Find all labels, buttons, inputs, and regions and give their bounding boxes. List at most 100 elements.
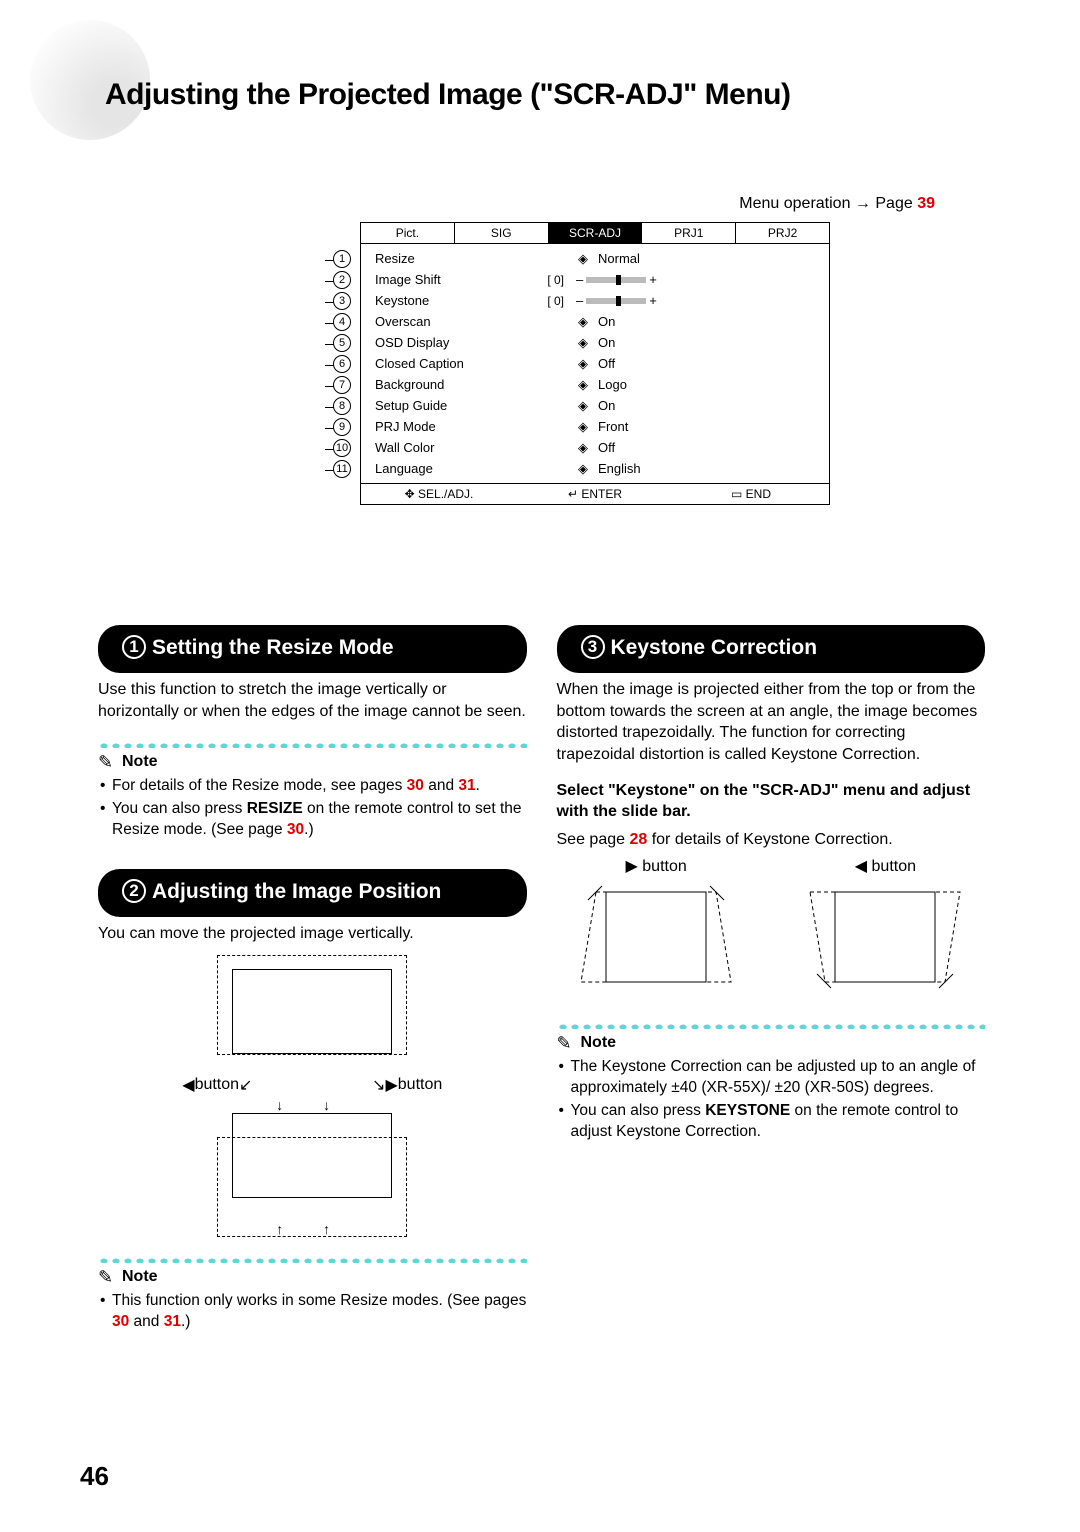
list-item: This function only works in some Resize … — [100, 1291, 527, 1333]
section3-header: 3 Keystone Correction — [557, 625, 986, 673]
menu-op-page-prefix: Page — [875, 195, 912, 212]
section2-number: 2 — [122, 879, 146, 903]
osd-row-name: Wall Color — [367, 440, 482, 455]
note-label: Note — [122, 753, 158, 771]
right-triangle-icon: ▶ — [626, 858, 638, 875]
osd-tab: PRJ2 — [736, 223, 829, 243]
section1-note: ✎ Note For details of the Resize mode, s… — [98, 742, 527, 841]
diamond-arrow-icon: ◈ — [572, 314, 594, 330]
osd-row-name: Image Shift — [367, 272, 482, 287]
section1-number: 1 — [122, 635, 146, 659]
osd-row-number: 10 — [333, 439, 351, 457]
section2-note: ✎ Note This function only works in some … — [98, 1257, 527, 1333]
note-label: Note — [122, 1268, 158, 1286]
note-icon: ✎ — [98, 752, 118, 772]
osd-row-number: 7 — [333, 376, 351, 394]
trapezoid-icon — [805, 882, 965, 992]
osd-row-number: 9 — [333, 418, 351, 436]
menu-op-label: Menu operation — [739, 195, 850, 212]
section1-note-list: For details of the Resize mode, see page… — [98, 772, 527, 841]
osd-row-number: 8 — [333, 397, 351, 415]
section3-number: 3 — [581, 635, 605, 659]
section2-title: Adjusting the Image Position — [152, 880, 441, 903]
osd-row-name: Language — [367, 461, 482, 476]
osd-row-name: Setup Guide — [367, 398, 482, 413]
osd-row-value: On — [594, 398, 823, 413]
section3-note: ✎ Note The Keystone Correction can be ad… — [557, 1023, 986, 1143]
osd-row: Image Shift[ 0]–+ — [367, 269, 823, 290]
diamond-arrow-icon: ◈ — [572, 335, 594, 351]
osd-row-name: PRJ Mode — [367, 419, 482, 434]
section1-header: 1 Setting the Resize Mode — [98, 625, 527, 673]
osd-footer: ✥ SEL./ADJ. ↵ ENTER ▭ END — [361, 483, 829, 504]
list-item: For details of the Resize mode, see page… — [100, 776, 527, 797]
osd-row-name: Resize — [367, 251, 482, 266]
note-icon: ✎ — [557, 1033, 577, 1053]
osd-row-value: Off — [594, 440, 823, 455]
section3-para: When the image is projected either from … — [557, 679, 986, 765]
right-triangle-icon: ▶ — [385, 1075, 397, 1095]
page-number: 46 — [80, 1461, 109, 1492]
osd-row-name: Background — [367, 377, 482, 392]
osd-row: Wall Color ◈Off — [367, 437, 823, 458]
list-item: You can also press KEYSTONE on the remot… — [559, 1101, 986, 1143]
menu-op-page-number: 39 — [917, 195, 935, 212]
section2-note-list: This function only works in some Resize … — [98, 1287, 527, 1333]
osd-menu: Pict.SIGSCR-ADJPRJ1PRJ2 1234567891011 Re… — [360, 222, 830, 505]
osd-row: Overscan ◈On — [367, 311, 823, 332]
osd-tab: Pict. — [361, 223, 455, 243]
section2-header: 2 Adjusting the Image Position — [98, 869, 527, 917]
osd-tab: PRJ1 — [642, 223, 736, 243]
page-title: Adjusting the Projected Image ("SCR-ADJ"… — [105, 78, 791, 112]
diamond-arrow-icon: ◈ — [572, 461, 594, 477]
osd-row-name: OSD Display — [367, 335, 482, 350]
osd-row-number: 2 — [333, 271, 351, 289]
osd-row: Background ◈Logo — [367, 374, 823, 395]
osd-row: OSD Display ◈On — [367, 332, 823, 353]
list-item: The Keystone Correction can be adjusted … — [559, 1057, 986, 1099]
osd-footer-end: ▭ END — [673, 484, 829, 504]
menu-operation-ref: Menu operation → Page 39 — [739, 195, 935, 213]
button-label-right: button — [398, 1076, 442, 1094]
osd-row-value: English — [594, 461, 823, 476]
arrow-right-icon: → — [855, 195, 875, 212]
diamond-arrow-icon: ◈ — [572, 377, 594, 393]
osd-rows: Resize◈NormalImage Shift[ 0]–+Keystone[ … — [361, 244, 829, 483]
osd-row: Closed Caption◈Off — [367, 353, 823, 374]
osd-row: Keystone[ 0]–+ — [367, 290, 823, 311]
osd-row-number: 1 — [333, 250, 351, 268]
note-label: Note — [581, 1034, 617, 1052]
osd-row-value: Off — [594, 356, 823, 371]
osd-footer-enter: ↵ ENTER — [517, 484, 673, 504]
diamond-arrow-icon: ◈ — [572, 440, 594, 456]
diamond-arrow-icon: ◈ — [572, 356, 594, 372]
osd-footer-sel: ✥ SEL./ADJ. — [361, 484, 517, 504]
section1-para: Use this function to stretch the image v… — [98, 679, 527, 722]
section3-boldline: Select "Keystone" on the "SCR-ADJ" menu … — [557, 780, 986, 823]
arrow-sw-icon: ↙ — [239, 1075, 252, 1095]
button-label: button — [872, 858, 916, 875]
osd-row-value: Logo — [594, 377, 823, 392]
arrow-se-icon: ↘ — [372, 1075, 385, 1095]
osd-tabs: Pict.SIGSCR-ADJPRJ1PRJ2 — [361, 223, 829, 244]
section2-para: You can move the projected image vertica… — [98, 923, 527, 945]
right-column: 3 Keystone Correction When the image is p… — [557, 625, 986, 1335]
section3-title: Keystone Correction — [611, 636, 818, 659]
osd-row-mid: [ 0] — [482, 294, 572, 308]
osd-row-mid: [ 0] — [482, 273, 572, 287]
osd-row-name: Overscan — [367, 314, 482, 329]
osd-row-number: 4 — [333, 313, 351, 331]
section3-seeline: See page 28 for details of Keystone Corr… — [557, 829, 986, 851]
left-triangle-icon: ◀ — [855, 858, 867, 875]
left-triangle-icon: ◀ — [182, 1075, 194, 1095]
list-item: You can also press RESIZE on the remote … — [100, 799, 527, 841]
section3-note-list: The Keystone Correction can be adjusted … — [557, 1053, 986, 1143]
section1-title: Setting the Resize Mode — [152, 636, 394, 659]
image-shift-diagram: ◀ button ↙ ↘ ▶ button ↓ ↓ ↑ ↑ — [172, 955, 452, 1237]
osd-row: Resize◈Normal — [367, 248, 823, 269]
diamond-arrow-icon: ◈ — [572, 419, 594, 435]
osd-row-slider: –+ — [572, 272, 823, 287]
osd-row-value: On — [594, 314, 823, 329]
osd-row-value: On — [594, 335, 823, 350]
osd-row: Language ◈English — [367, 458, 823, 479]
